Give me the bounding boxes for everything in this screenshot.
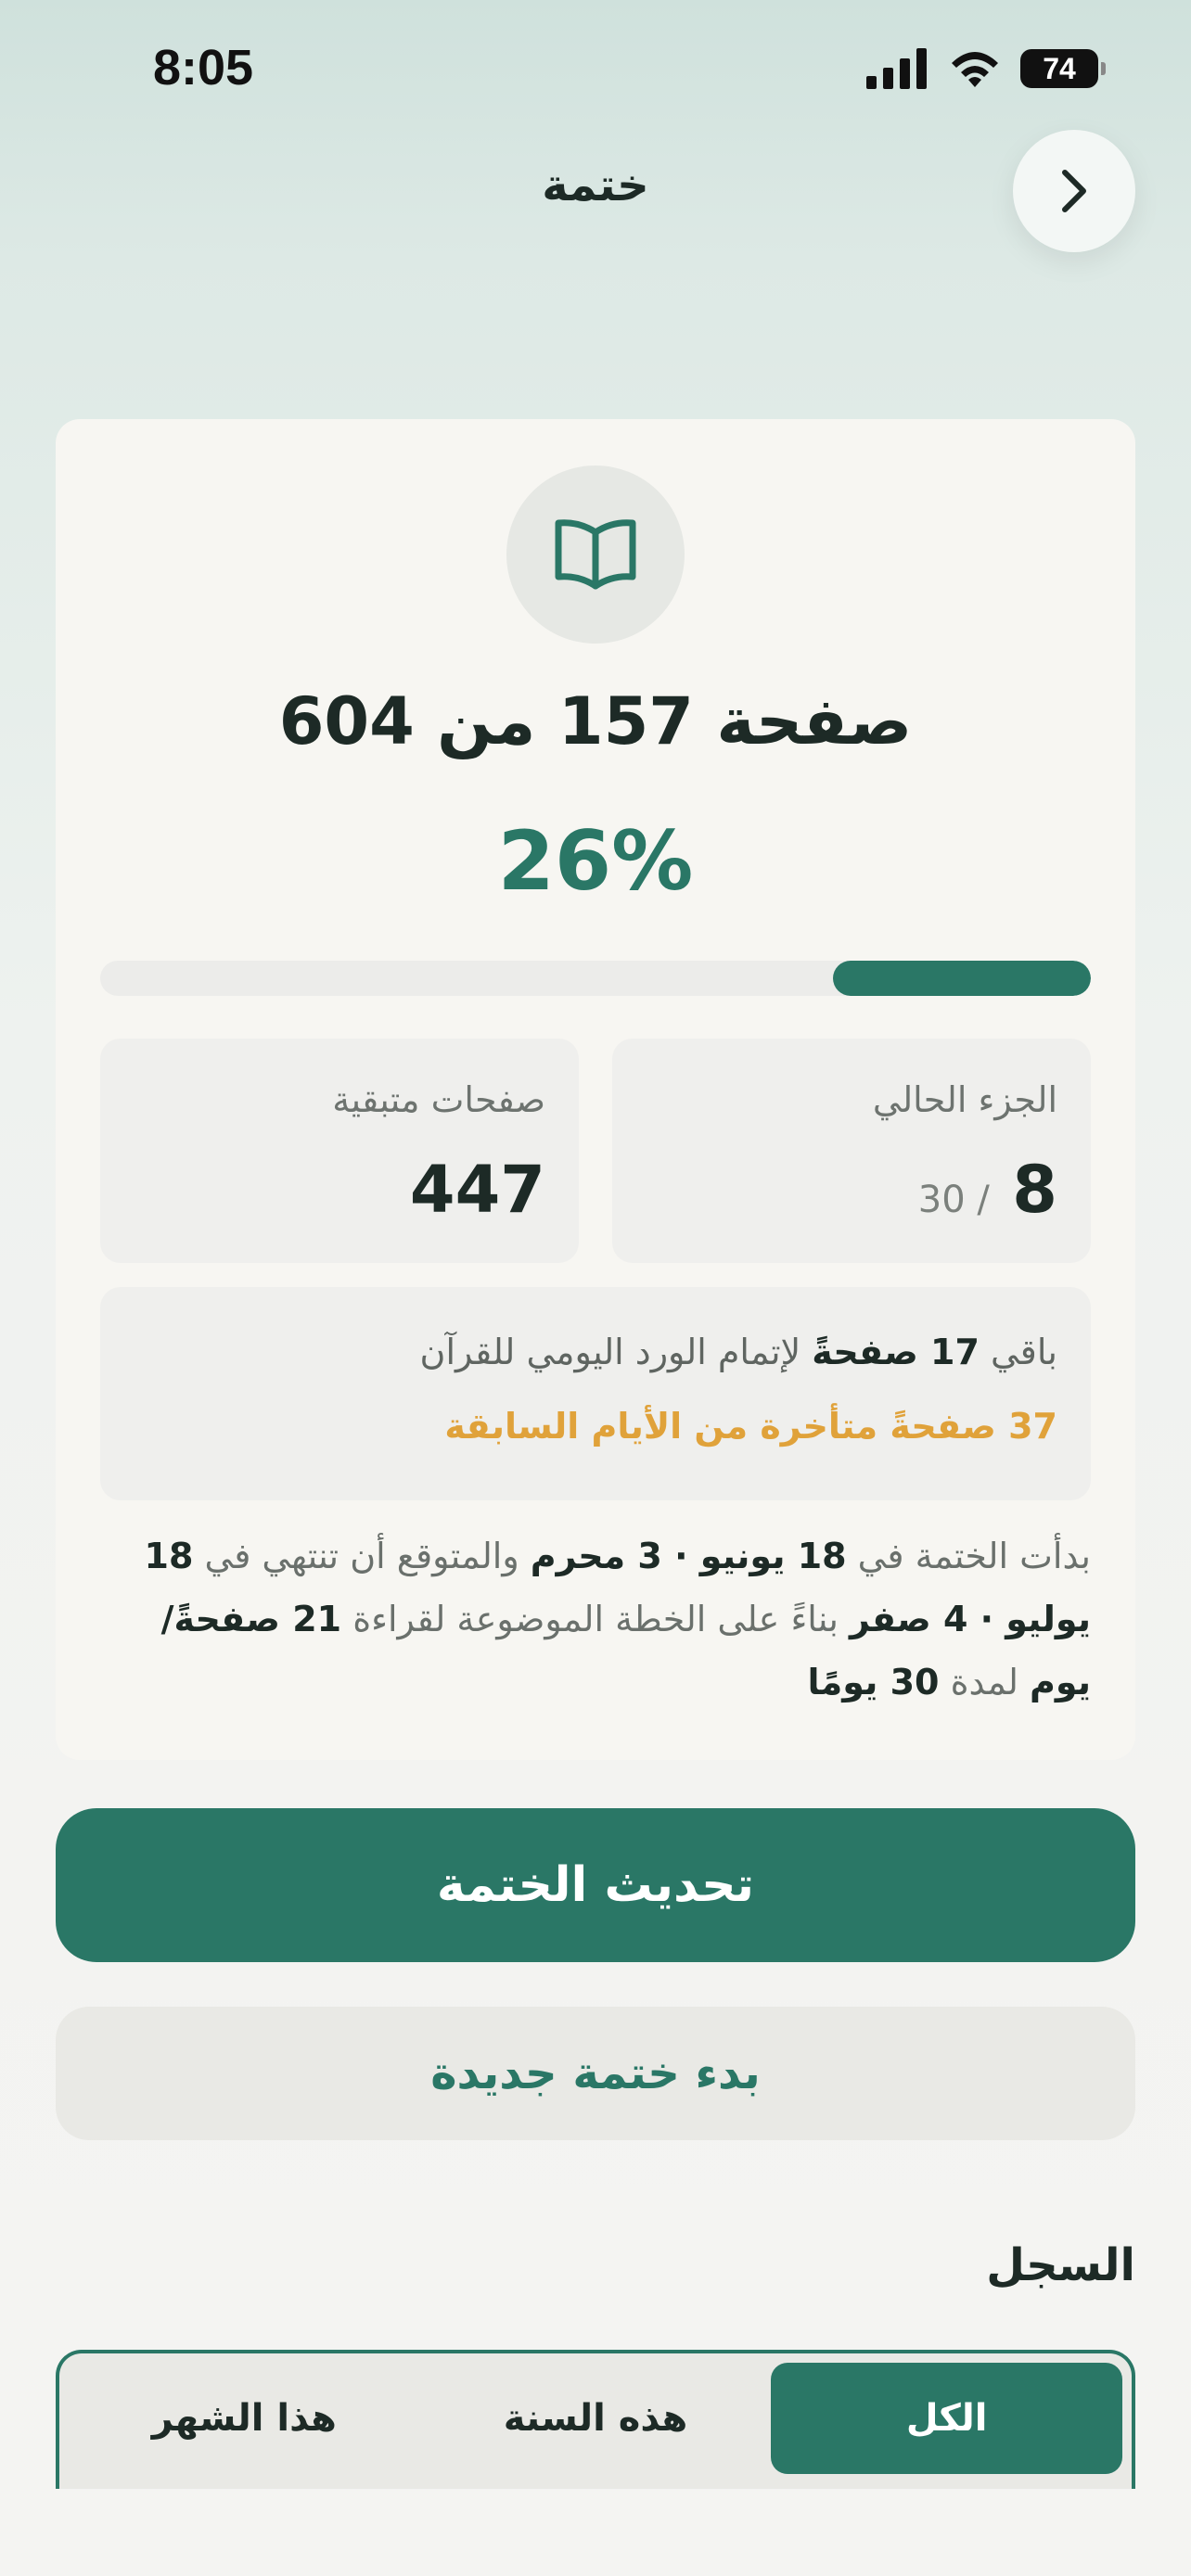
plan-duration: 30 يومًا xyxy=(807,1662,940,1702)
current-juz-label: الجزء الحالي xyxy=(872,1079,1057,1120)
tab-this-month[interactable]: هذا الشهر xyxy=(69,2363,420,2474)
page-count: صفحة 157 من 604 xyxy=(278,683,913,759)
tab-all[interactable]: الكل xyxy=(771,2363,1122,2474)
status-icons: 74 xyxy=(866,48,1106,89)
progress-bar xyxy=(100,961,1091,996)
new-khatma-button[interactable]: بدء ختمة جديدة xyxy=(56,2007,1135,2140)
daily-remaining-prefix: باقي xyxy=(979,1332,1057,1372)
current-juz-value: 8 / 30 xyxy=(918,1152,1057,1228)
progress-percent: 26% xyxy=(497,813,694,909)
remaining-pages-value: 447 xyxy=(409,1152,545,1228)
battery-indicator: 74 xyxy=(1020,49,1106,88)
status-bar: 8:05 74 xyxy=(0,0,1191,139)
back-button[interactable] xyxy=(1013,130,1135,252)
daily-remaining-count: 17 صفحةً xyxy=(812,1332,980,1372)
remaining-pages-box: صفحات متبقية 447 xyxy=(100,1039,579,1263)
current-juz-box: الجزء الحالي 8 / 30 xyxy=(612,1039,1091,1263)
tab-this-year[interactable]: هذه السنة xyxy=(420,2363,772,2474)
khatma-progress-card: صفحة 157 من 604 26% الجزء الحالي 8 / 30 … xyxy=(56,419,1135,1760)
desc-part: بدأت الختمة في xyxy=(846,1536,1091,1576)
chevron-right-icon xyxy=(1062,170,1086,212)
book-badge xyxy=(506,465,685,644)
desc-part: بناءً على الخطة الموضوعة لقراءة xyxy=(341,1599,851,1639)
overdue-pages-text: 37 صفحةً متأخرة من الأيام السابقة xyxy=(444,1406,1057,1447)
daily-remaining-text: باقي 17 صفحةً لإتمام الورد اليومي للقرآن xyxy=(420,1332,1057,1372)
update-khatma-button[interactable]: تحديث الختمة xyxy=(56,1808,1135,1962)
total-juz: / 30 xyxy=(917,1179,990,1221)
desc-part: والمتوقع أن تنتهي في xyxy=(193,1536,531,1576)
history-title: السجل xyxy=(986,2239,1135,2291)
signal-icon xyxy=(866,48,927,89)
progress-bar-fill xyxy=(833,961,1091,996)
remaining-pages-label: صفحات متبقية xyxy=(332,1079,545,1120)
start-date: 18 يونيو · 3 محرم xyxy=(530,1536,847,1576)
wifi-icon xyxy=(952,52,998,87)
history-filter-tabs: الكل هذه السنة هذا الشهر xyxy=(56,2350,1135,2489)
khatma-plan-description: بدأت الختمة في 18 يونيو · 3 محرم والمتوق… xyxy=(100,1524,1091,1714)
desc-part: لمدة xyxy=(939,1662,1031,1702)
status-time: 8:05 xyxy=(153,40,254,96)
daily-remaining-suffix: لإتمام الورد اليومي للقرآن xyxy=(419,1332,813,1372)
daily-wird-info: باقي 17 صفحةً لإتمام الورد اليومي للقرآن… xyxy=(100,1287,1091,1500)
open-book-icon xyxy=(555,519,636,590)
current-juz-number: 8 xyxy=(1012,1152,1057,1228)
